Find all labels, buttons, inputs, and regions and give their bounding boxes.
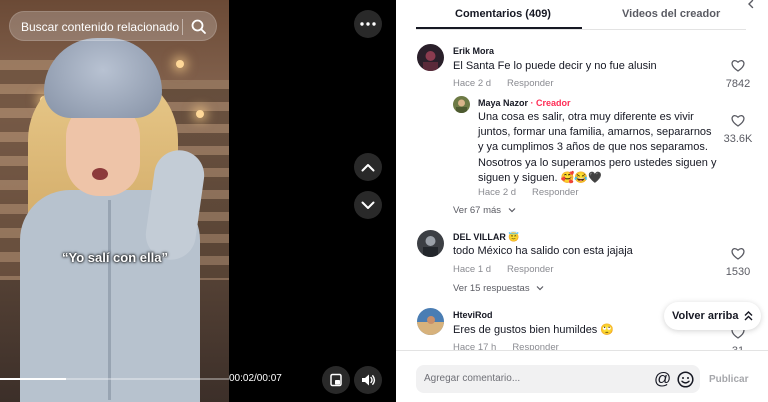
view-more-replies[interactable]: Ver 67 más: [453, 205, 516, 216]
comment-username[interactable]: Maya Nazor · Creador: [478, 98, 571, 108]
comment-age: Hace 2 d: [453, 78, 492, 89]
comments-panel: Comentarios (409) Videos del creador Eri…: [396, 0, 768, 402]
comment-username[interactable]: HteviRod: [453, 310, 493, 320]
reply-link[interactable]: Responder: [532, 187, 578, 198]
tab-creator-videos[interactable]: Videos del creador: [622, 8, 720, 20]
next-video-button[interactable]: [354, 191, 382, 219]
comment-meta: Hace 2 d Responder: [453, 78, 554, 89]
like-count: 7842: [725, 78, 751, 90]
creator-name[interactable]: Maya Nazor: [478, 98, 528, 108]
reply-link[interactable]: Responder: [512, 342, 558, 350]
avatar[interactable]: [417, 308, 444, 335]
mention-icon[interactable]: @: [654, 369, 671, 389]
heart-icon: [731, 114, 745, 127]
video-progress-bar[interactable]: [0, 378, 229, 380]
volume-button[interactable]: [354, 366, 382, 394]
person-mouth: [92, 168, 108, 180]
comment-composer: Agregar comentario... @ Publicar: [396, 350, 768, 402]
comment-age: Hace 1 d: [453, 264, 492, 275]
like-count: 33.6K: [723, 133, 753, 145]
comment-text: Eres de gustos bien humildes 🙄: [453, 324, 615, 336]
view-replies-label[interactable]: Ver 15 respuestas: [453, 283, 530, 294]
picture-in-picture-button[interactable]: [322, 366, 350, 394]
background-light: [196, 110, 204, 118]
picture-in-picture-icon: [330, 373, 342, 387]
creator-badge: · Creador: [530, 98, 571, 108]
tiktok-video-page: “Yo salí con ella” Buscar contenido rela…: [0, 0, 768, 402]
comment-username[interactable]: DEL VILLAR 😇: [453, 232, 520, 243]
comment-meta: Hace 1 d Responder: [453, 264, 554, 275]
chevron-down-icon: [508, 208, 516, 213]
avatar-image: [423, 236, 438, 257]
jacket-zipper: [108, 200, 111, 400]
video-player[interactable]: “Yo salí con ella” Buscar contenido rela…: [0, 0, 396, 402]
comment-text: El Santa Fe lo puede decir y no fue alus…: [453, 60, 657, 72]
username-text[interactable]: DEL VILLAR: [453, 232, 506, 242]
search-icon[interactable]: [190, 18, 208, 36]
publish-button[interactable]: Publicar: [709, 374, 748, 385]
heart-icon: [731, 247, 745, 260]
avatar-image: [456, 99, 467, 113]
tab-comments[interactable]: Comentarios (409): [455, 8, 551, 20]
double-chevron-up-icon: [744, 311, 753, 321]
video-progress-fill: [0, 378, 67, 380]
back-to-top-label: Volver arriba: [672, 310, 739, 322]
active-tab-indicator: [416, 27, 582, 29]
previous-video-button[interactable]: [354, 153, 382, 181]
like-button[interactable]: 33.6K: [721, 114, 755, 145]
comment-input[interactable]: Agregar comentario... @: [416, 365, 700, 393]
comment-age: Hace 17 h: [453, 342, 497, 350]
comment-input-placeholder: Agregar comentario...: [424, 373, 521, 384]
chevron-down-icon: [361, 201, 375, 209]
comment-age: Hace 2 d: [478, 187, 517, 198]
more-options-button[interactable]: [354, 10, 382, 38]
reply-link[interactable]: Responder: [507, 78, 553, 89]
video-time: 00:02/00:07: [229, 373, 282, 384]
comment-username[interactable]: Erik Mora: [453, 46, 494, 56]
panel-tabs: Comentarios (409) Videos del creador: [416, 0, 746, 30]
fur-hat: [44, 38, 162, 118]
comment-text: todo México ha salido con esta jajaja: [453, 245, 633, 257]
video-frame[interactable]: “Yo salí con ella”: [0, 0, 229, 402]
heart-icon: [731, 59, 745, 72]
comment-text: Una cosa es salir, otra muy diferente es…: [478, 111, 717, 184]
back-to-top-button[interactable]: Volver arriba: [664, 302, 762, 330]
view-more-label[interactable]: Ver 67 más: [453, 205, 501, 216]
comment-meta: Hace 2 d Responder: [478, 187, 579, 198]
emoji-icon[interactable]: [677, 371, 694, 388]
avatar[interactable]: [417, 230, 444, 257]
background-light: [176, 60, 184, 68]
avatar-image: [417, 316, 444, 335]
chevron-left-icon[interactable]: [746, 0, 756, 10]
like-button[interactable]: 1530: [721, 247, 755, 278]
search-divider: [182, 19, 183, 35]
more-icon: [360, 22, 376, 26]
like-button[interactable]: 7842: [721, 59, 755, 90]
reply-link[interactable]: Responder: [507, 264, 553, 275]
user-badge: 😇: [508, 232, 520, 242]
search-placeholder: Buscar contenido relacionado: [21, 20, 180, 34]
like-count: 1530: [725, 266, 751, 278]
avatar[interactable]: [417, 44, 444, 71]
chevron-up-icon: [361, 163, 375, 171]
comment-meta: Hace 17 h Responder: [453, 342, 559, 350]
avatar-image: [423, 51, 438, 71]
volume-icon: [361, 374, 375, 386]
chevron-down-icon: [536, 286, 544, 291]
view-replies[interactable]: Ver 15 respuestas: [453, 283, 544, 294]
video-caption: “Yo salí con ella”: [62, 250, 168, 265]
related-search-box[interactable]: Buscar contenido relacionado: [9, 11, 217, 41]
avatar[interactable]: [453, 96, 470, 113]
